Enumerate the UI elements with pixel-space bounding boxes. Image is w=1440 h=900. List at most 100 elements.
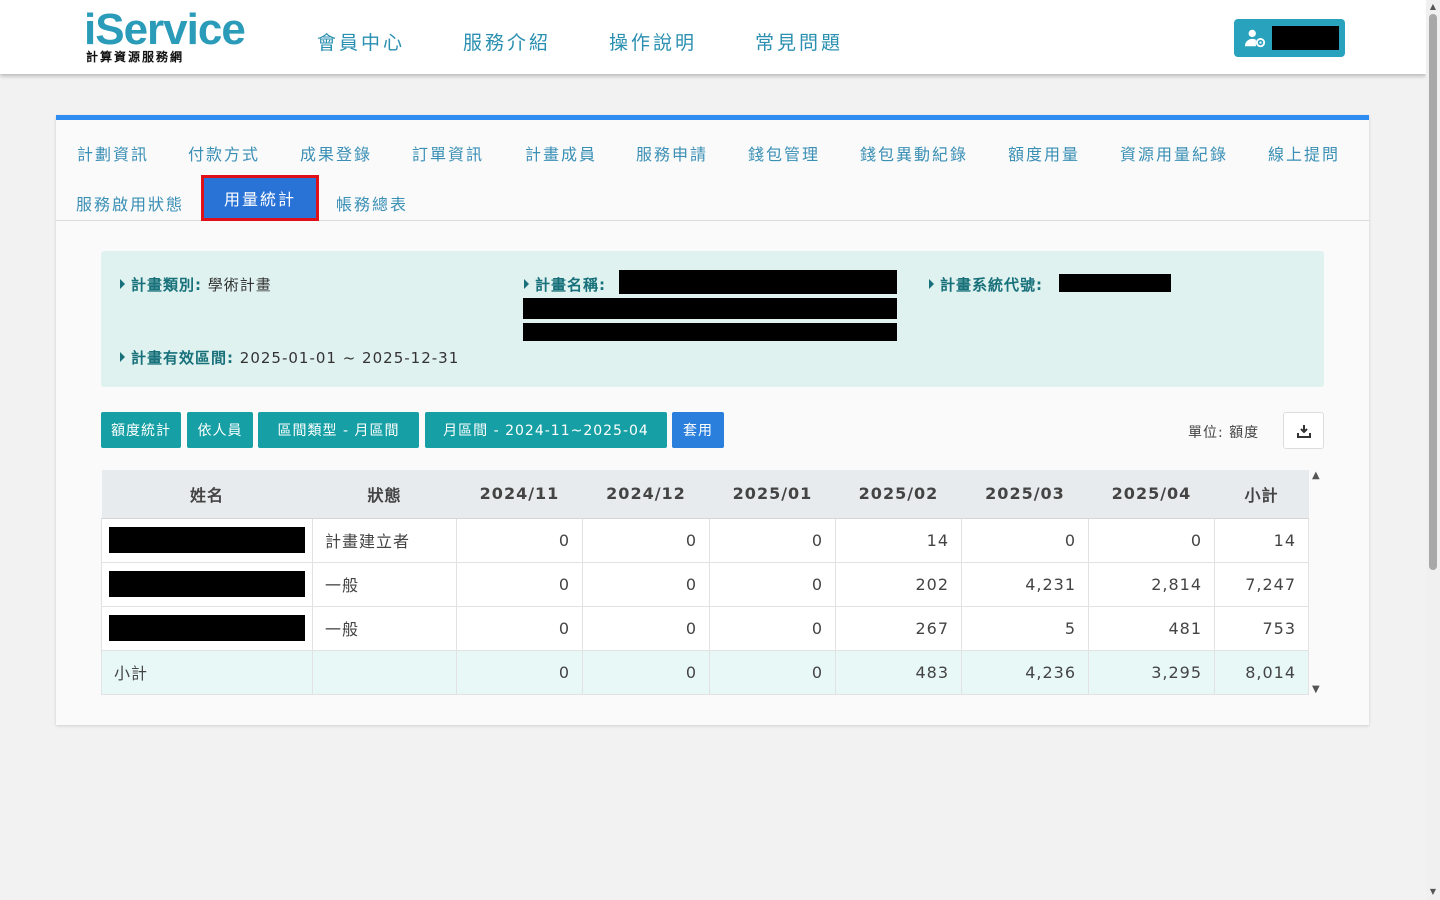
logo-subtitle: 計算資源服務網 [86,50,185,64]
project-name-redacted-2 [523,298,897,319]
col-header-subtotal[interactable]: 小計 [1214,470,1309,519]
nav-member-center[interactable]: 會員中心 [317,28,405,55]
user-cog-icon [1244,29,1266,48]
value-cell: 0 [456,561,583,607]
col-header-month[interactable]: 2024/12 [582,470,710,519]
system-code-redacted [1059,274,1171,292]
table-row: 一般 0 0 0 202 4,231 2,814 7,247 [101,561,1309,607]
tab-members[interactable]: 計畫成員 [525,141,597,165]
tab-orders[interactable]: 訂單資訊 [412,141,484,165]
tab-usage-stats[interactable]: 用量統計 [200,175,320,221]
tab-online-question[interactable]: 線上提問 [1268,141,1340,165]
scroll-down-icon[interactable]: ▼ [1428,887,1438,897]
tab-resource-log[interactable]: 資源用量紀錄 [1120,141,1228,165]
subtotal-cell: 3,295 [1088,649,1215,695]
value-cell: 481 [1088,605,1215,651]
col-header-status[interactable]: 狀態 [312,470,457,519]
value-cell: 267 [835,605,962,651]
main-nav: 會員中心 服務介紹 操作說明 常見問題 [317,28,843,55]
caret-right-icon [120,352,125,362]
scroll-thumb[interactable] [1429,14,1437,570]
status-cell: 計畫建立者 [312,517,457,563]
iservice-logo[interactable]: iService 計算資源服務網 [84,8,254,66]
nav-instructions[interactable]: 操作說明 [609,28,697,55]
subtotal-row: 小計 0 0 0 483 4,236 3,295 8,014 [101,649,1309,695]
top-header: iService 計算資源服務網 會員中心 服務介紹 操作說明 常見問題 [0,0,1426,74]
project-period: 計畫有效區間: 2025-01-01 ~ 2025-12-31 [120,347,459,368]
caret-right-icon [120,279,125,289]
subtotal-cell: 0 [709,649,836,695]
subtotal-cell: 0 [456,649,583,695]
user-account-button[interactable] [1234,19,1345,57]
value-cell: 14 [835,517,962,563]
value-cell: 2,814 [1088,561,1215,607]
value-cell: 0 [1088,517,1215,563]
subtotal-cell: 483 [835,649,962,695]
usage-table-wrapper: 姓名 狀態 2024/11 2024/12 2025/01 2025/02 20… [101,470,1309,695]
empty-status-cell [312,649,457,695]
tab-billing-summary[interactable]: 帳務總表 [336,191,408,215]
nav-faq[interactable]: 常見問題 [755,28,843,55]
value-cell: 0 [709,561,836,607]
tab-service-status[interactable]: 服務啟用狀態 [76,191,184,215]
project-name: 計畫名稱: [524,274,606,295]
tab-results[interactable]: 成果登錄 [300,141,372,165]
value-cell: 5 [961,605,1089,651]
month-range-dropdown[interactable]: 月區間 - 2024-11~2025-04 [425,412,667,448]
value-cell: 202 [835,561,962,607]
member-name-cell [101,605,313,651]
member-name-redacted [109,527,305,553]
value-cell: 0 [582,517,710,563]
download-button[interactable] [1283,412,1324,449]
tab-wallet[interactable]: 錢包管理 [748,141,820,165]
row-subtotal-cell: 7,247 [1214,561,1309,607]
project-name-redacted-3 [523,323,897,341]
tab-service-apply[interactable]: 服務申請 [636,141,708,165]
member-name-cell [101,561,313,607]
row-subtotal-cell: 14 [1214,517,1309,563]
member-name-cell [101,517,313,563]
tab-quota-usage[interactable]: 額度用量 [1008,141,1080,165]
member-name-redacted [109,615,305,641]
project-name-redacted-1 [619,270,897,294]
value-cell: 4,231 [961,561,1089,607]
value-cell: 0 [456,605,583,651]
col-header-month[interactable]: 2024/11 [456,470,583,519]
tab-wallet-log[interactable]: 錢包異動紀錄 [860,141,968,165]
caret-right-icon [929,279,934,289]
stat-type-dropdown[interactable]: 額度統計 [101,412,181,448]
row-subtotal-cell: 753 [1214,605,1309,651]
user-name-redacted [1272,26,1339,50]
usage-stats-card: 計劃資訊 付款方式 成果登錄 訂單資訊 計畫成員 服務申請 錢包管理 錢包異動紀… [56,115,1369,725]
group-by-dropdown[interactable]: 依人員 [187,412,253,448]
tab-plan-info[interactable]: 計劃資訊 [77,141,149,165]
col-header-month[interactable]: 2025/02 [835,470,962,519]
value-cell: 0 [582,605,710,651]
status-cell: 一般 [312,605,457,651]
scroll-up-icon[interactable]: ▲ [1428,2,1438,12]
apply-button[interactable]: 套用 [672,412,724,448]
table-row: 計畫建立者 0 0 0 14 0 0 14 [101,517,1309,563]
logo-text: iService [84,5,246,54]
value-cell: 0 [456,517,583,563]
col-header-month[interactable]: 2025/03 [961,470,1089,519]
nav-service-intro[interactable]: 服務介紹 [463,28,551,55]
grand-total-cell: 8,014 [1214,649,1309,695]
usage-table: 姓名 狀態 2024/11 2024/12 2025/01 2025/02 20… [101,470,1309,695]
table-scroll-up-icon[interactable]: ▲ [1312,470,1320,481]
subtotal-cell: 4,236 [961,649,1089,695]
project-type: 計畫類別: 學術計畫 [120,274,272,295]
value-cell: 0 [709,517,836,563]
subtotal-label: 小計 [101,649,313,695]
unit-label: 單位: 額度 [1188,425,1260,441]
table-scroll-down-icon[interactable]: ▼ [1312,684,1320,695]
project-info-panel: 計畫類別: 學術計畫 計畫名稱: 計畫系統代號: 計畫有效區間: 2025-01… [101,251,1324,387]
col-header-name[interactable]: 姓名 [101,470,313,519]
page-scrollbar[interactable]: ▲ ▼ [1426,0,1440,900]
interval-type-dropdown[interactable]: 區間類型 - 月區間 [258,412,419,448]
project-system-code: 計畫系統代號: [929,274,1043,295]
subtotal-cell: 0 [582,649,710,695]
col-header-month[interactable]: 2025/04 [1088,470,1215,519]
tab-payment-method[interactable]: 付款方式 [188,141,260,165]
col-header-month[interactable]: 2025/01 [709,470,836,519]
